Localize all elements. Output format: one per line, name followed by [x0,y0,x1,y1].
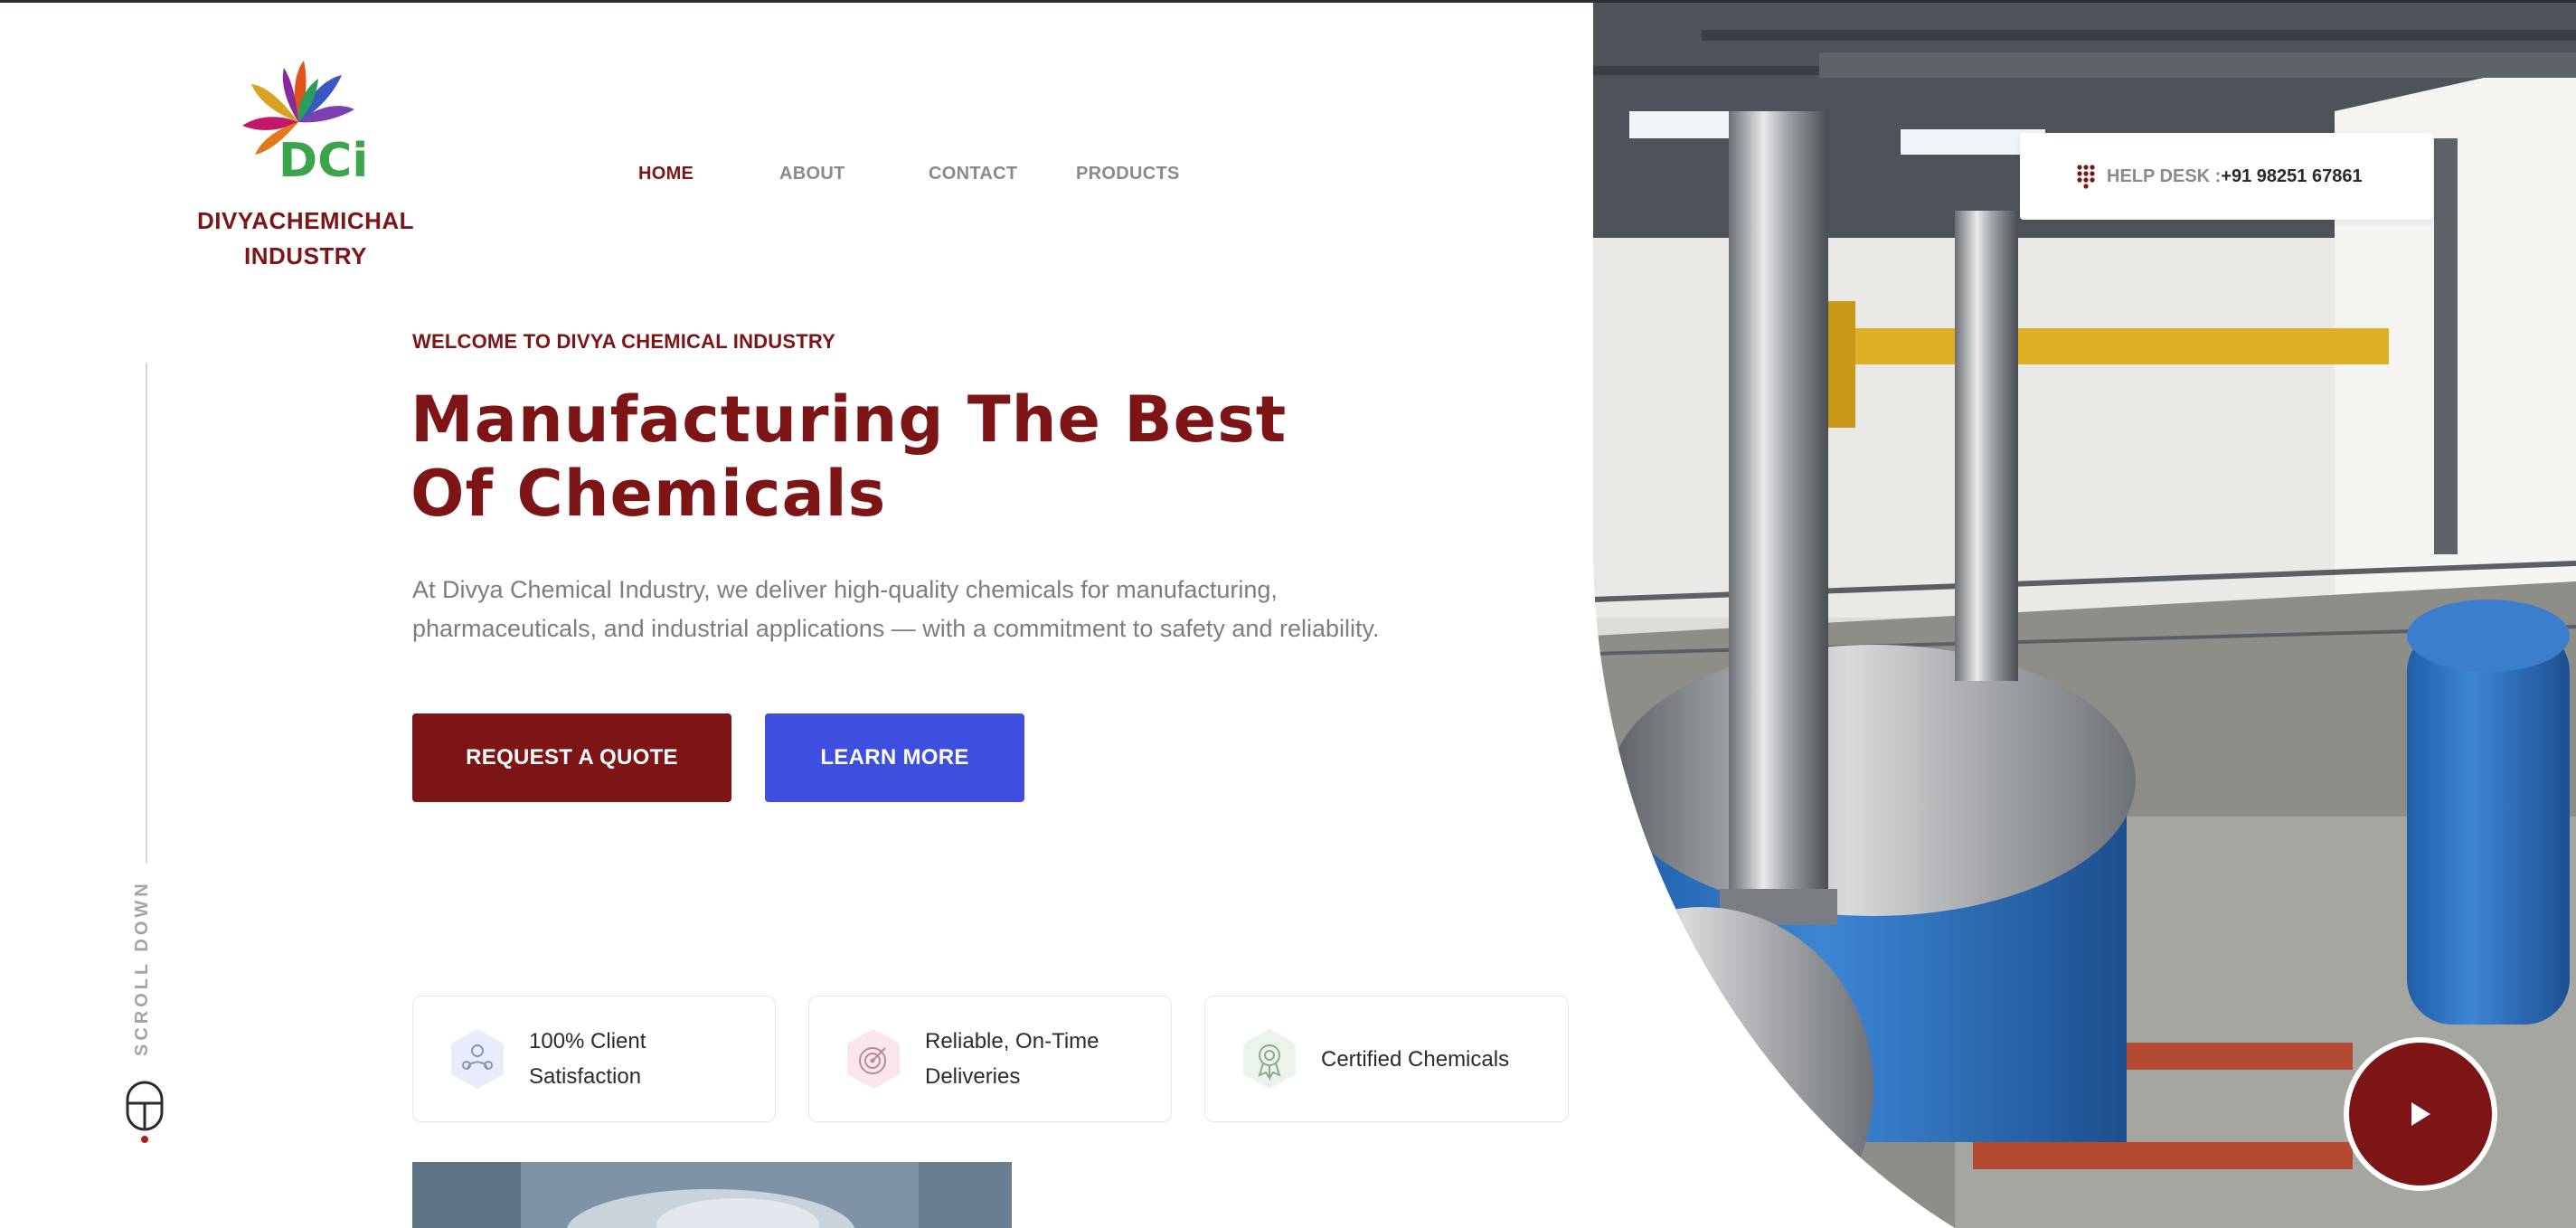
feature-line1: Certified Chemicals [1321,1046,1510,1072]
feature-line2: Satisfaction [529,1064,642,1089]
feature-line2: Deliveries [925,1064,1021,1089]
feature-line1: Reliable, On-Time [925,1029,1099,1053]
dialpad-icon [2077,165,2095,189]
play-button-circle [2349,1043,2492,1185]
play-icon [2411,1102,2430,1126]
chemical-preview-image [412,1162,1012,1228]
help-desk-box[interactable]: HELP DESK : +91 98251 67861 [2020,133,2433,220]
nav-about[interactable]: ABOUT [779,164,845,184]
brand-name: DIVYACHEMICHAL INDUSTRY [172,203,439,274]
nav-contact[interactable]: CONTACT [929,164,1017,184]
feature-card-certified: Certified Chemicals [1204,996,1569,1122]
hero-headline-line2: Of Chemicals [410,457,887,531]
brand-name-line1: DIVYACHEMICHAL [196,207,415,234]
learn-more-button[interactable]: LEARN MORE [765,713,1024,802]
hero-headline: Manufacturing The Best Of Chemicals [410,383,1315,531]
feature-text: Certified Chemicals [1321,1042,1509,1077]
feature-text: 100% Client Satisfaction [529,1024,646,1094]
welcome-label: WELCOME TO DIVYA CHEMICAL INDUSTRY [412,330,836,353]
mouse-icon[interactable] [125,1080,165,1145]
award-icon [1238,1027,1301,1091]
logo-text: DCi [278,134,368,188]
users-icon [446,1027,509,1091]
company-logo: DCi [242,61,368,188]
feature-line1: 100% Client [529,1029,646,1053]
scroll-down-label: SCROLL DOWN [132,880,152,1056]
play-video-button[interactable] [2344,1037,2497,1191]
feature-card-deliveries: Reliable, On-Time Deliveries [808,996,1172,1122]
help-desk-phone[interactable]: +91 98251 67861 [2221,166,2362,187]
nav-products[interactable]: PRODUCTS [1076,164,1180,184]
hero-description: At Divya Chemical Industry, we deliver h… [412,576,1380,642]
help-desk-label: HELP DESK : [2107,165,2222,186]
target-icon [842,1027,905,1091]
request-quote-button[interactable]: REQUEST A QUOTE [412,713,731,802]
scroll-line [146,363,147,864]
nav-home[interactable]: HOME [638,164,694,184]
feature-text: Reliable, On-Time Deliveries [925,1024,1099,1094]
brand-name-line2: INDUSTRY [244,242,367,269]
hero-headline-line1: Manufacturing The Best [410,383,1288,457]
feature-card-satisfaction: 100% Client Satisfaction [412,996,776,1122]
